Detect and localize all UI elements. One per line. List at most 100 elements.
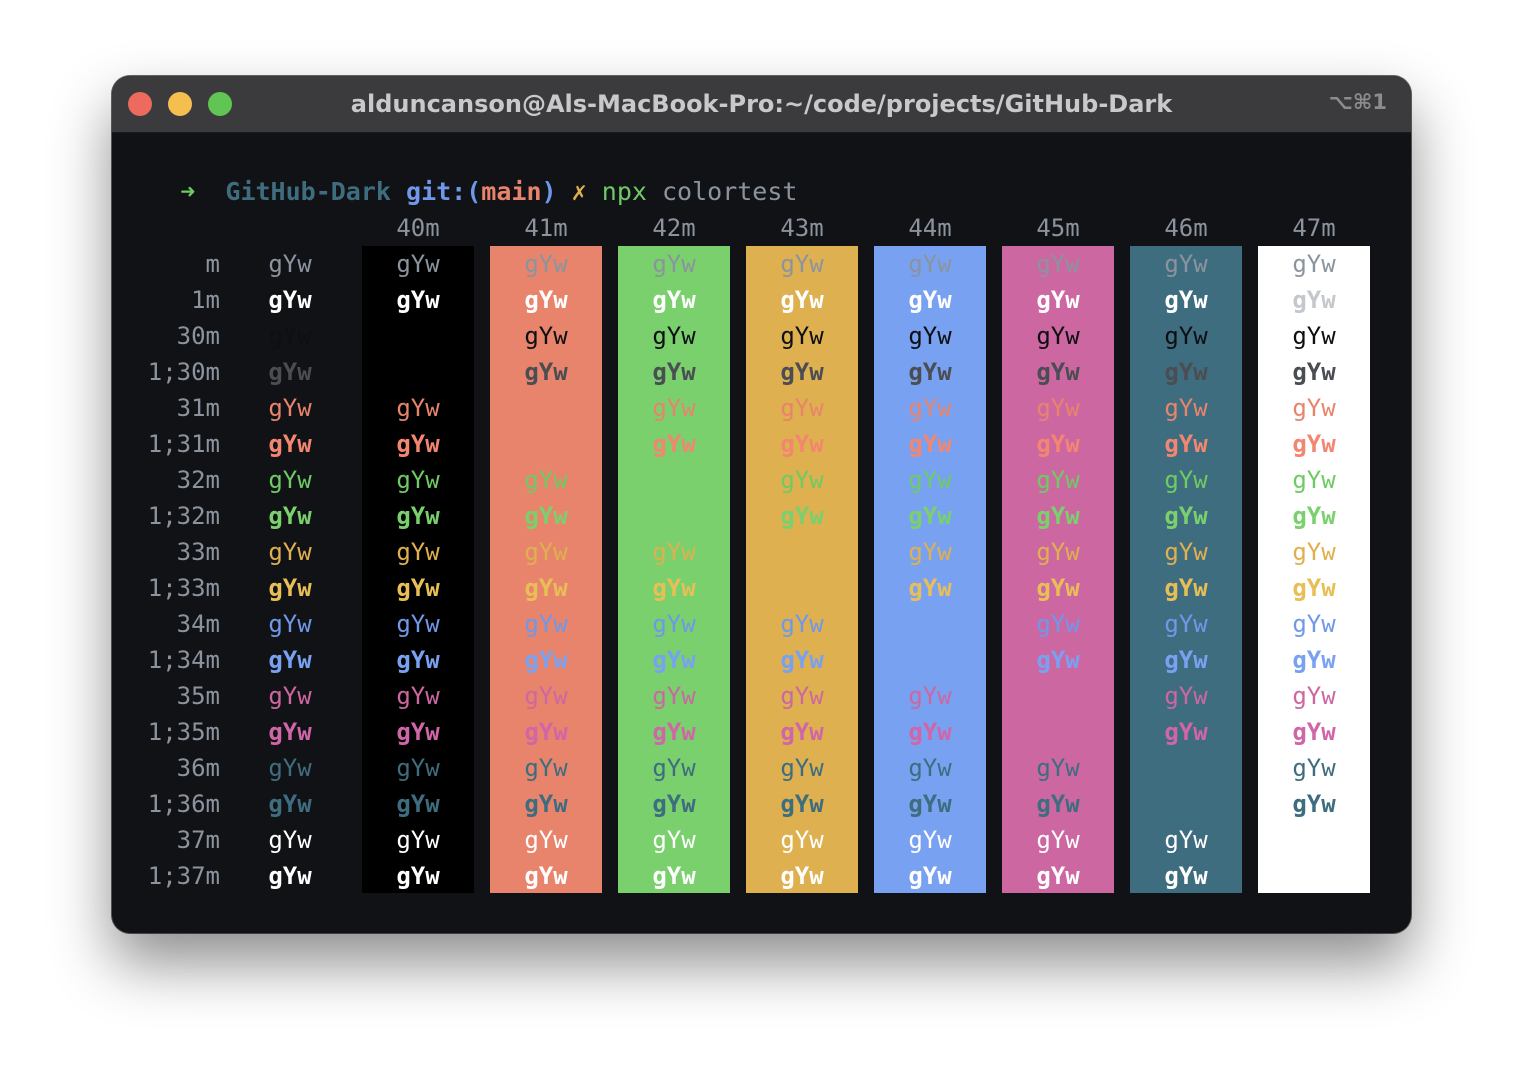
color-sample-cell: gYw [396,610,440,638]
color-sample-cell: gYw [908,790,952,818]
row-label: 1;35m [147,718,220,746]
color-sample-cell: gYw [652,610,696,638]
color-sample-cell: gYw [396,862,440,890]
color-sample-cell: gYw [780,466,824,494]
color-sample-cell: gYw [652,250,696,278]
color-sample-cell: gYw [396,682,440,710]
color-sample-cell: gYw [268,574,312,602]
color-sample-cell: gYw [1292,322,1336,350]
row-label: 1;36m [147,790,220,818]
color-sample-cell: gYw [396,790,440,818]
color-sample-cell: gYw [1164,646,1208,674]
row-label: 35m [176,682,220,710]
color-sample-cell: gYw [1292,610,1336,638]
color-sample-cell: gYw [396,250,440,278]
color-sample-cell: gYw [780,322,824,350]
color-sample-cell: gYw [908,718,952,746]
row-label: 1m [191,286,220,314]
color-sample-cell: gYw [268,394,312,422]
row-label: 36m [176,754,220,782]
color-sample-cell: gYw [1036,610,1080,638]
color-sample-cell: gYw [652,826,696,854]
color-sample-cell: gYw [1164,286,1208,314]
color-sample-cell: gYw [1164,682,1208,710]
color-sample-cell: gYw [524,502,568,530]
row-label: 1;32m [147,502,220,530]
color-sample-cell: gYw [652,286,696,314]
color-sample-cell: gYw [780,250,824,278]
color-sample-cell: gYw [780,790,824,818]
color-sample-cell: gYw [396,646,440,674]
color-sample-cell: gYw [908,322,952,350]
color-sample-cell: gYw [524,358,568,386]
color-sample-cell: gYw [396,394,440,422]
color-sample-cell: gYw [524,682,568,710]
row-label: 1;30m [147,358,220,386]
color-sample-cell: gYw [524,754,568,782]
color-sample-cell: gYw [396,286,440,314]
color-sample-cell: gYw [268,610,312,638]
color-sample-cell: gYw [524,538,568,566]
color-sample-cell: gYw [652,538,696,566]
color-sample-cell: gYw [524,718,568,746]
color-sample-cell: gYw [908,286,952,314]
color-sample-cell: gYw [908,394,952,422]
color-sample-cell: gYw [1164,466,1208,494]
color-sample-cell: gYw [908,358,952,386]
bg-header-43m: 43m [780,214,824,242]
color-sample-cell: gYw [1036,862,1080,890]
row-label: m [205,250,220,278]
prompt-directory: GitHub-Dark [225,177,391,206]
color-sample-cell: gYw [268,754,312,782]
color-sample-cell: gYw [652,358,696,386]
row-label: 33m [176,538,220,566]
color-sample-cell: gYw [396,466,440,494]
color-sample-cell: gYw [1036,826,1080,854]
terminal-window: alduncanson@Als-MacBook-Pro:~/code/proje… [112,76,1411,933]
prompt-git-close: ) [541,177,557,206]
color-sample-cell: gYw [396,718,440,746]
color-sample-cell: gYw [1164,322,1208,350]
color-sample-cell: gYw [1292,466,1336,494]
color-sample-cell: gYw [1036,394,1080,422]
color-sample-cell: gYw [524,322,568,350]
color-sample-cell: gYw [1036,322,1080,350]
color-sample-cell: gYw [1292,502,1336,530]
color-sample-cell: gYw [268,358,312,386]
color-sample-cell: gYw [396,754,440,782]
color-sample-cell: gYw [1164,394,1208,422]
color-sample-cell: gYw [1292,286,1336,314]
row-label: 1;34m [147,646,220,674]
color-sample-cell: gYw [652,322,696,350]
color-sample-cell: gYw [652,718,696,746]
color-sample-cell: gYw [1164,826,1208,854]
color-sample-cell: gYw [268,286,312,314]
color-sample-cell: gYw [1292,754,1336,782]
bg-header-44m: 44m [908,214,952,242]
color-sample-cell: gYw [1036,250,1080,278]
color-sample-cell: gYw [652,862,696,890]
color-sample-cell: gYw [1164,430,1208,458]
tab-shortcut-indicator: ⌥⌘1 [1328,90,1387,114]
color-sample-cell: gYw [1036,286,1080,314]
color-sample-cell: gYw [780,718,824,746]
color-sample-cell: gYw [1292,574,1336,602]
color-sample-cell: gYw [524,466,568,494]
color-sample-cell: gYw [1036,754,1080,782]
color-sample-cell: gYw [268,790,312,818]
color-sample-cell: gYw [268,430,312,458]
color-sample-cell: gYw [780,646,824,674]
color-sample-cell: gYw [1036,502,1080,530]
color-sample-cell: gYw [268,502,312,530]
color-sample-cell: gYw [780,682,824,710]
color-sample-cell: gYw [908,250,952,278]
color-sample-cell: gYw [1036,646,1080,674]
color-sample-cell: gYw [780,358,824,386]
bg-header-46m: 46m [1164,214,1208,242]
color-sample-cell: gYw [652,430,696,458]
title-bar: alduncanson@Als-MacBook-Pro:~/code/proje… [112,76,1411,133]
color-sample-cell: gYw [268,646,312,674]
row-label: 1;33m [147,574,220,602]
color-sample-cell: gYw [908,466,952,494]
bg-header-41m: 41m [524,214,568,242]
